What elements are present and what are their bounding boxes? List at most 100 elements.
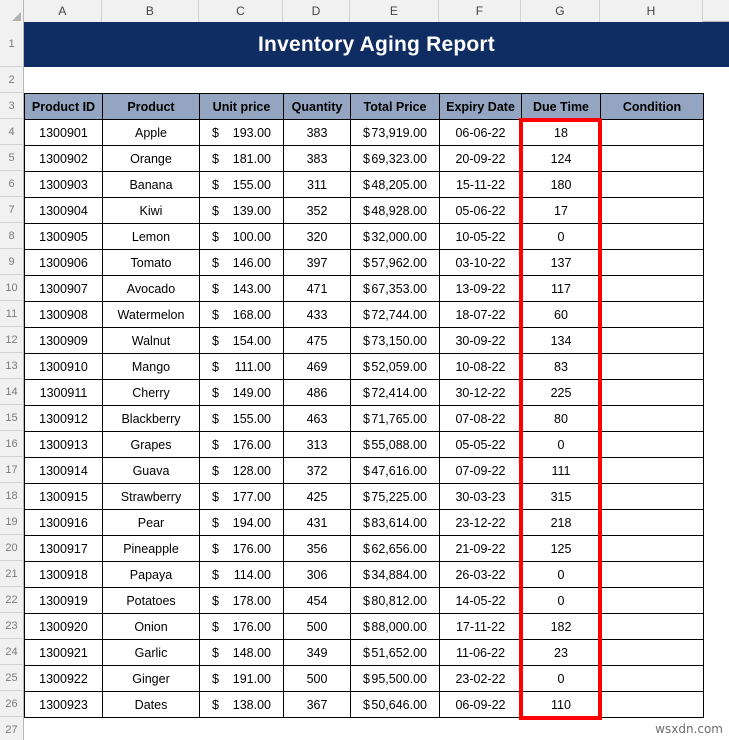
cell-condition[interactable] — [600, 353, 704, 380]
cell-product-id[interactable]: 1300923 — [24, 691, 103, 718]
cell-quantity[interactable]: 383 — [283, 119, 351, 146]
column-header-condition[interactable]: Condition — [600, 93, 704, 120]
cell-due-time[interactable]: 125 — [521, 535, 601, 562]
row-number-16[interactable]: 16 — [0, 431, 23, 457]
column-header-unit-price[interactable]: Unit price — [199, 93, 284, 120]
cell-condition[interactable] — [600, 483, 704, 510]
cell-expiry-date[interactable]: 14-05-22 — [439, 587, 522, 614]
cell-total-price[interactable]: $72,744.00 — [350, 301, 440, 328]
cell-product[interactable]: Walnut — [102, 327, 200, 354]
column-header-product-id[interactable]: Product ID — [24, 93, 103, 120]
cell-product[interactable]: Banana — [102, 171, 200, 198]
cell-total-price[interactable]: $55,088.00 — [350, 431, 440, 458]
cell-total-price[interactable]: $73,150.00 — [350, 327, 440, 354]
cell-expiry-date[interactable]: 23-12-22 — [439, 509, 522, 536]
cell-product-id[interactable]: 1300914 — [24, 457, 103, 484]
cell-condition[interactable] — [600, 561, 704, 588]
cell-due-time[interactable]: 17 — [521, 197, 601, 224]
cell-condition[interactable] — [600, 145, 704, 172]
cell-total-price[interactable]: $62,656.00 — [350, 535, 440, 562]
cell-expiry-date[interactable]: 20-09-22 — [439, 145, 522, 172]
column-letter-a[interactable]: A — [24, 0, 102, 22]
cell-unit-price[interactable]: $146.00 — [199, 249, 284, 276]
cell-condition[interactable] — [600, 223, 704, 250]
cell-total-price[interactable]: $80,812.00 — [350, 587, 440, 614]
row-number-26[interactable]: 26 — [0, 691, 23, 717]
cell-expiry-date[interactable]: 05-06-22 — [439, 197, 522, 224]
cell-product[interactable]: Strawberry — [102, 483, 200, 510]
cell-product[interactable]: Blackberry — [102, 405, 200, 432]
cell-expiry-date[interactable]: 07-09-22 — [439, 457, 522, 484]
cell-unit-price[interactable]: $148.00 — [199, 639, 284, 666]
cell-due-time[interactable]: 134 — [521, 327, 601, 354]
cell-quantity[interactable]: 356 — [283, 535, 351, 562]
row-number-13[interactable]: 13 — [0, 353, 23, 379]
cell-due-time[interactable]: 110 — [521, 691, 601, 718]
cell-product[interactable]: Papaya — [102, 561, 200, 588]
cell-quantity[interactable]: 320 — [283, 223, 351, 250]
cell-unit-price[interactable]: $139.00 — [199, 197, 284, 224]
cell-condition[interactable] — [600, 197, 704, 224]
cell-due-time[interactable]: 111 — [521, 457, 601, 484]
cell-unit-price[interactable]: $193.00 — [199, 119, 284, 146]
row-number-25[interactable]: 25 — [0, 665, 23, 691]
cell-condition[interactable] — [600, 171, 704, 198]
cell-due-time[interactable]: 0 — [521, 665, 601, 692]
cell-quantity[interactable]: 475 — [283, 327, 351, 354]
cell-product[interactable]: Avocado — [102, 275, 200, 302]
column-letter-f[interactable]: F — [439, 0, 521, 22]
row-number-27[interactable]: 27 — [0, 717, 23, 740]
cell-condition[interactable] — [600, 405, 704, 432]
cell-product-id[interactable]: 1300911 — [24, 379, 103, 406]
cell-due-time[interactable]: 0 — [521, 431, 601, 458]
cell-condition[interactable] — [600, 457, 704, 484]
row-number-6[interactable]: 6 — [0, 171, 23, 197]
cell-total-price[interactable]: $71,765.00 — [350, 405, 440, 432]
cell-condition[interactable] — [600, 119, 704, 146]
cell-quantity[interactable]: 454 — [283, 587, 351, 614]
cell-total-price[interactable]: $88,000.00 — [350, 613, 440, 640]
cell-expiry-date[interactable]: 05-05-22 — [439, 431, 522, 458]
cell-total-price[interactable]: $57,962.00 — [350, 249, 440, 276]
row-number-8[interactable]: 8 — [0, 223, 23, 249]
cell-product[interactable]: Guava — [102, 457, 200, 484]
cell-total-price[interactable]: $48,928.00 — [350, 197, 440, 224]
row-number-3[interactable]: 3 — [0, 93, 23, 119]
cell-product-id[interactable]: 1300919 — [24, 587, 103, 614]
row-number-2[interactable]: 2 — [0, 67, 23, 93]
cell-quantity[interactable]: 311 — [283, 171, 351, 198]
cell-expiry-date[interactable]: 10-08-22 — [439, 353, 522, 380]
cell-unit-price[interactable]: $155.00 — [199, 405, 284, 432]
cell-product[interactable]: Lemon — [102, 223, 200, 250]
row-number-1[interactable]: 1 — [0, 22, 23, 67]
cell-total-price[interactable]: $50,646.00 — [350, 691, 440, 718]
cell-expiry-date[interactable]: 13-09-22 — [439, 275, 522, 302]
cell-condition[interactable] — [600, 301, 704, 328]
cell-product[interactable]: Potatoes — [102, 587, 200, 614]
cell-condition[interactable] — [600, 327, 704, 354]
cell-quantity[interactable]: 500 — [283, 613, 351, 640]
cell-total-price[interactable]: $67,353.00 — [350, 275, 440, 302]
cell-product-id[interactable]: 1300901 — [24, 119, 103, 146]
cell-unit-price[interactable]: $176.00 — [199, 431, 284, 458]
cell-expiry-date[interactable]: 30-12-22 — [439, 379, 522, 406]
column-header-total-price[interactable]: Total Price — [350, 93, 440, 120]
cell-product-id[interactable]: 1300918 — [24, 561, 103, 588]
cell-condition[interactable] — [600, 639, 704, 666]
cell-due-time[interactable]: 182 — [521, 613, 601, 640]
cell-quantity[interactable]: 425 — [283, 483, 351, 510]
cell-product[interactable]: Garlic — [102, 639, 200, 666]
cell-quantity[interactable]: 372 — [283, 457, 351, 484]
row-number-12[interactable]: 12 — [0, 327, 23, 353]
column-header-quantity[interactable]: Quantity — [283, 93, 351, 120]
cell-due-time[interactable]: 225 — [521, 379, 601, 406]
cell-due-time[interactable]: 137 — [521, 249, 601, 276]
cell-expiry-date[interactable]: 03-10-22 — [439, 249, 522, 276]
cell-quantity[interactable]: 463 — [283, 405, 351, 432]
cell-quantity[interactable]: 431 — [283, 509, 351, 536]
column-header-product[interactable]: Product — [102, 93, 200, 120]
cell-expiry-date[interactable]: 26-03-22 — [439, 561, 522, 588]
row-number-19[interactable]: 19 — [0, 509, 23, 535]
cell-product[interactable]: Kiwi — [102, 197, 200, 224]
cell-expiry-date[interactable]: 06-06-22 — [439, 119, 522, 146]
